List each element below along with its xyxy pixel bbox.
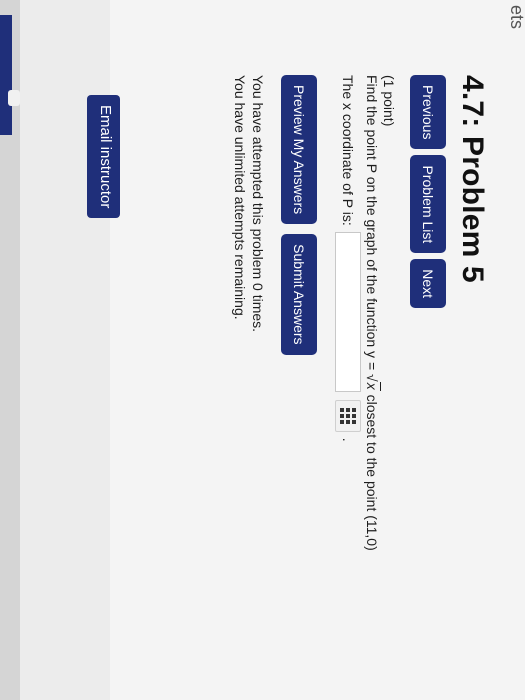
problem-points: (1 point) (381, 75, 397, 127)
answer-actions: Preview My Answers Submit Answers (281, 75, 317, 675)
problem-prompt: Find the point P on the graph of the fun… (363, 75, 381, 675)
attempts-info: You have attempted this problem 0 times.… (231, 75, 267, 675)
problem-nav: Previous Problem List Next (410, 75, 446, 675)
strip-handle[interactable] (8, 90, 20, 106)
attempts-remaining: You have unlimited attempts remaining. (232, 75, 248, 320)
answer-input[interactable] (335, 231, 361, 392)
prompt-before: Find the point P on the graph of the fun… (364, 75, 380, 371)
strip-accent (0, 15, 12, 135)
sqrt-expression: √x (363, 374, 381, 391)
webwork-page: ets Email instructor 4.7: Problem 5 Prev… (87, 0, 525, 700)
main-content: 4.7: Problem 5 Previous Problem List Nex… (231, 75, 490, 675)
email-instructor-button[interactable]: Email instructor (87, 95, 120, 219)
grid-icon (340, 407, 356, 424)
answer-row: The x coordinate of P is: . (335, 75, 361, 675)
sets-link[interactable]: ets (506, 5, 525, 29)
answer-label: The x coordinate of P is: (340, 75, 357, 226)
radical-sign: √ (364, 374, 380, 382)
problem-body: (1 point) Find the point P on the graph … (335, 75, 397, 675)
left-strip (0, 0, 21, 700)
preview-answers-button[interactable]: Preview My Answers (281, 75, 317, 225)
previous-button[interactable]: Previous (410, 75, 446, 150)
submit-answers-button[interactable]: Submit Answers (281, 234, 317, 355)
next-button[interactable]: Next (410, 259, 446, 309)
page-title: 4.7: Problem 5 (456, 75, 489, 283)
radicand: x (364, 381, 381, 391)
keypad-button[interactable] (335, 399, 361, 432)
prompt-after: closest to the point (11,0) (364, 394, 380, 551)
attempts-count: You have attempted this problem 0 times. (250, 75, 266, 333)
answer-period: . (340, 437, 357, 442)
problem-list-button[interactable]: Problem List (410, 155, 446, 254)
